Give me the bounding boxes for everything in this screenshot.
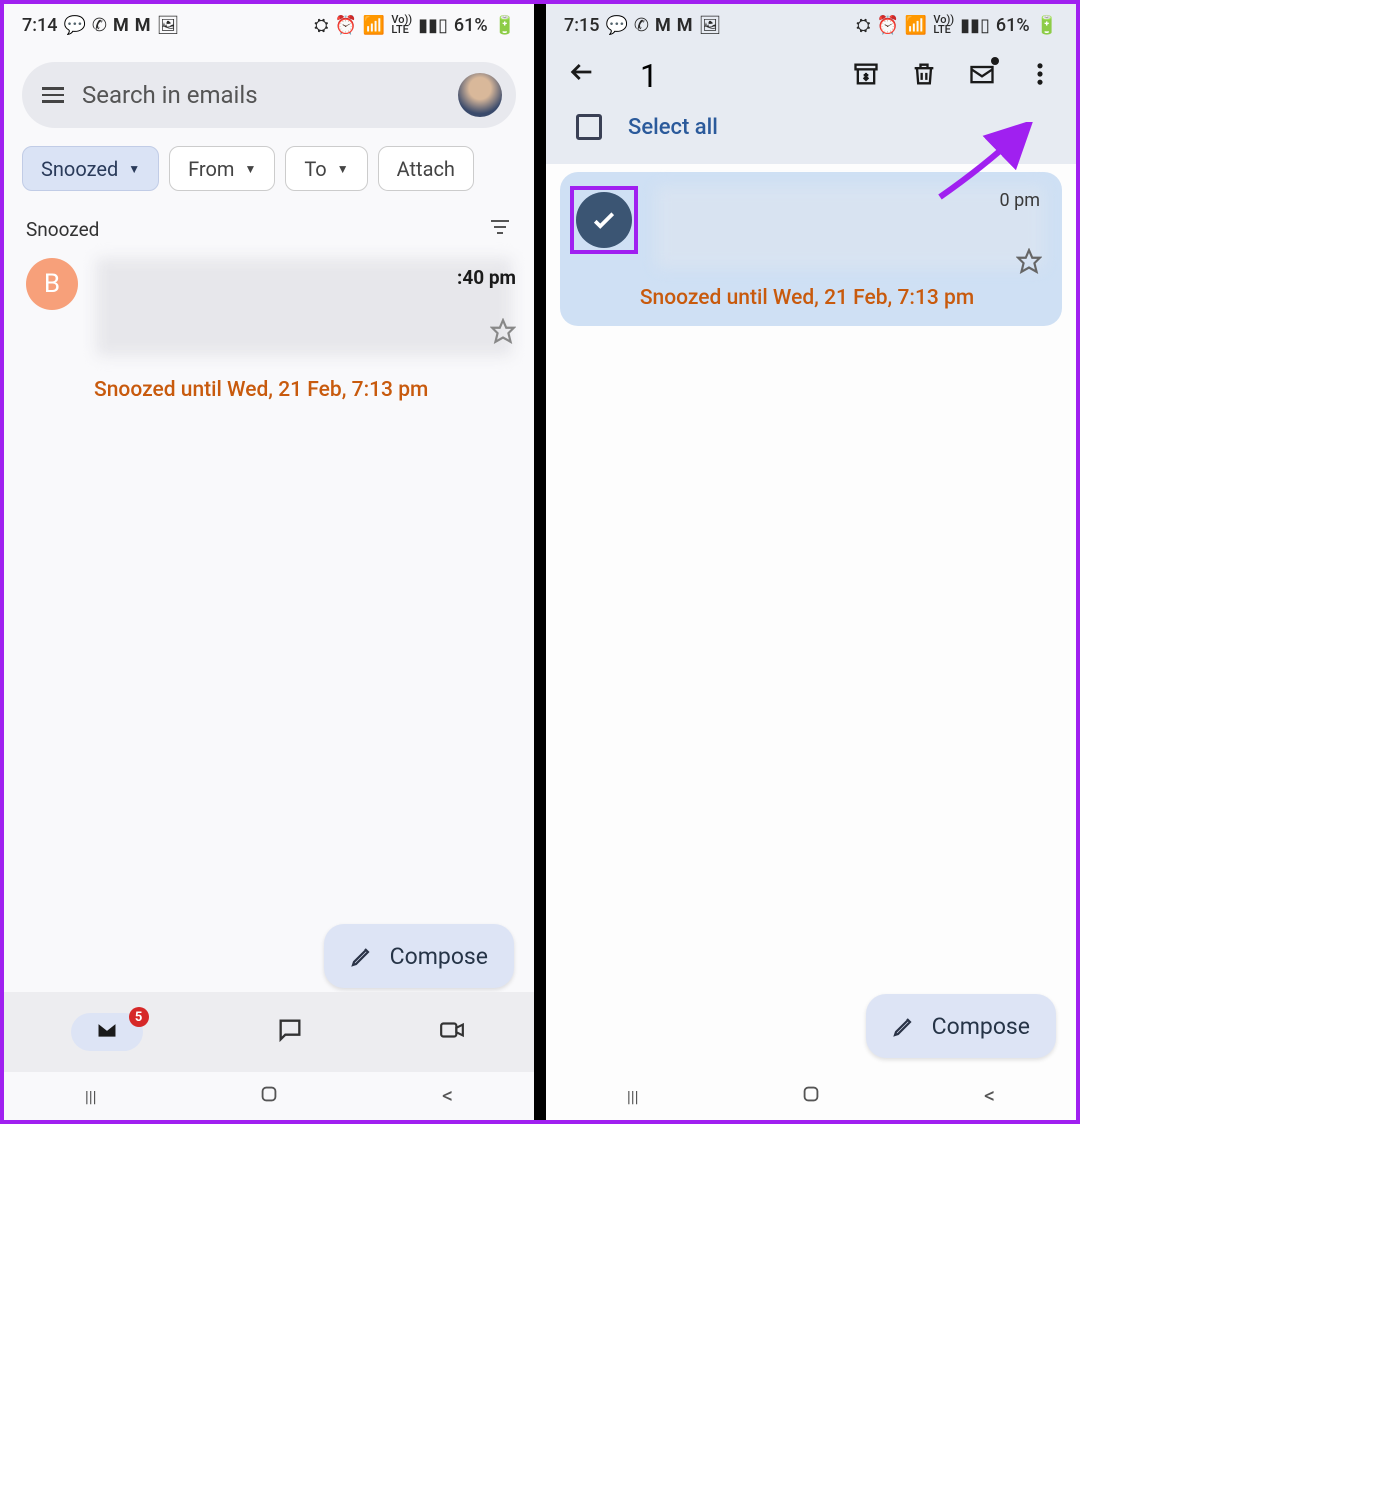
- video-icon: [437, 1017, 467, 1043]
- chat-icon: [276, 1016, 304, 1044]
- star-icon[interactable]: [1016, 248, 1042, 278]
- compose-button[interactable]: Compose: [324, 924, 514, 988]
- archive-icon[interactable]: [852, 60, 880, 92]
- section-label: Snoozed: [26, 218, 99, 241]
- pencil-icon: [892, 1014, 916, 1038]
- chip-attachment[interactable]: Attach: [378, 146, 474, 191]
- status-bar: 7:14 💬✆MM🖼 ⛭⏰📶 Vo))LTE ▮▮▯ 61% 🔋: [4, 4, 534, 46]
- unread-badge: 5: [129, 1007, 149, 1027]
- gesture-bar: ||| <: [4, 1072, 534, 1120]
- email-preview-redacted: [656, 186, 1044, 268]
- selection-count: 1: [640, 57, 824, 95]
- status-battery: 61%: [996, 15, 1030, 36]
- mail-icon: [93, 1019, 121, 1041]
- chip-from[interactable]: From▼: [169, 146, 275, 191]
- back-button[interactable]: <: [984, 1084, 995, 1109]
- pencil-icon: [350, 944, 374, 968]
- compose-button[interactable]: Compose: [866, 994, 1056, 1058]
- email-time: 0 pm: [1000, 190, 1040, 211]
- home-button[interactable]: [800, 1083, 822, 1109]
- nav-mail[interactable]: 5: [71, 1013, 143, 1051]
- menu-icon[interactable]: [42, 87, 64, 103]
- snooze-label: Snoozed until Wed, 21 Feb, 7:13 pm: [570, 286, 1044, 310]
- mark-unread-icon[interactable]: [968, 60, 996, 92]
- bottom-nav: 5: [4, 992, 534, 1072]
- left-screenshot: 7:14 💬✆MM🖼 ⛭⏰📶 Vo))LTE ▮▮▯ 61% 🔋 Search …: [4, 4, 534, 1120]
- nav-video[interactable]: [437, 1017, 467, 1047]
- sender-avatar[interactable]: B: [26, 258, 78, 310]
- chip-snoozed[interactable]: Snoozed▼: [22, 146, 159, 191]
- back-button[interactable]: <: [442, 1084, 453, 1109]
- home-button[interactable]: [258, 1083, 280, 1109]
- selection-toolbar: 1: [546, 46, 1076, 106]
- search-placeholder: Search in emails: [82, 81, 440, 109]
- email-preview-redacted: [96, 258, 512, 356]
- select-all-checkbox[interactable]: [576, 114, 602, 140]
- status-bar: 7:15 💬✆MM🖼 ⛭⏰📶 Vo))LTE ▮▮▯ 61% 🔋: [546, 4, 1076, 46]
- selection-highlight: [570, 186, 638, 254]
- chip-to[interactable]: To▼: [285, 146, 367, 191]
- selected-check-icon[interactable]: [576, 192, 632, 248]
- search-bar[interactable]: Search in emails: [22, 62, 516, 128]
- recents-button[interactable]: |||: [627, 1087, 639, 1106]
- snooze-label: Snoozed until Wed, 21 Feb, 7:13 pm: [94, 378, 512, 402]
- screenshot-divider: [534, 4, 546, 1120]
- nav-chat[interactable]: [276, 1016, 304, 1048]
- status-time: 7:14: [22, 15, 57, 36]
- status-time: 7:15: [564, 15, 599, 36]
- profile-avatar[interactable]: [458, 73, 502, 117]
- right-screenshot: 7:15 💬✆MM🖼 ⛭⏰📶 Vo))LTE ▮▮▯ 61% 🔋 1: [546, 4, 1076, 1120]
- status-net: Vo))LTE: [933, 15, 954, 35]
- select-all-row[interactable]: Select all: [546, 106, 1076, 148]
- selected-email-item[interactable]: 0 pm Snoozed until Wed, 21 Feb, 7:13 pm: [560, 172, 1062, 326]
- recents-button[interactable]: |||: [85, 1087, 97, 1106]
- status-battery: 61%: [454, 15, 488, 36]
- star-icon[interactable]: [490, 318, 516, 348]
- gesture-bar: ||| <: [546, 1072, 1076, 1120]
- filter-sort-icon[interactable]: [488, 215, 512, 244]
- back-arrow-icon[interactable]: [568, 58, 596, 94]
- more-icon[interactable]: [1026, 60, 1054, 92]
- email-item[interactable]: B :40 pm: [4, 244, 534, 366]
- email-time: :40 pm: [457, 266, 516, 289]
- delete-icon[interactable]: [910, 60, 938, 92]
- filter-chips: Snoozed▼ From▼ To▼ Attach: [22, 146, 534, 191]
- status-net: Vo))LTE: [391, 15, 412, 35]
